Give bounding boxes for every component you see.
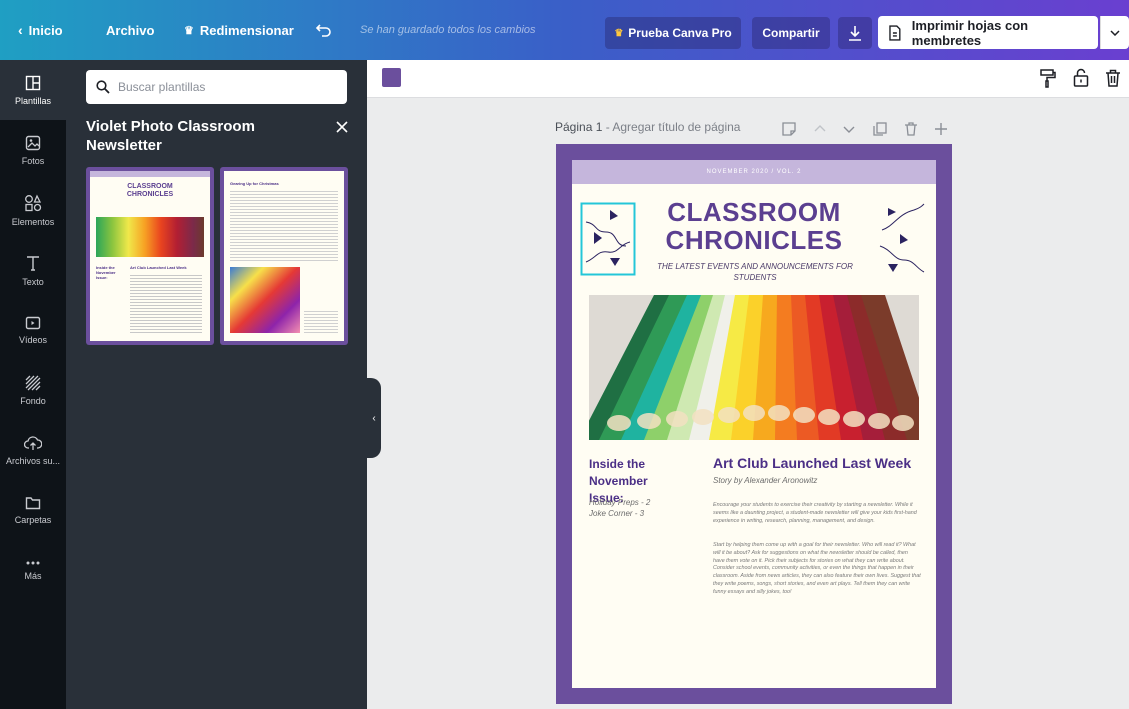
thumb2-title: Gearing Up for Christmas <box>230 181 279 186</box>
photos-icon <box>25 135 41 150</box>
videos-icon <box>25 316 41 329</box>
share-button[interactable]: Compartir <box>752 17 830 49</box>
article-paragraph-2: Start by helping them come up with a goa… <box>713 542 921 595</box>
page-header: Página 1 - Agregar título de página <box>555 120 740 134</box>
rail-item-templates[interactable]: Plantillas <box>0 60 66 120</box>
template-search[interactable] <box>86 70 347 104</box>
thumb2-caption-lines <box>304 311 338 335</box>
chevron-up-icon[interactable] <box>812 121 828 137</box>
title-line-2: CHRONICLES <box>665 225 843 255</box>
newsletter-title: CLASSROOM CHRONICLES <box>632 198 876 254</box>
side-navigation: Plantillas Fotos Elementos Texto Vídeos … <box>0 60 66 709</box>
toc-item: Holiday Preps - 2 <box>589 498 651 507</box>
elements-icon <box>25 193 42 211</box>
template-title: Violet Photo Classroom Newsletter <box>86 118 255 154</box>
resize-button[interactable]: ♛ Redimensionar <box>184 0 294 60</box>
search-input[interactable] <box>118 80 318 94</box>
print-button[interactable]: Imprimir hojas con membretes <box>878 16 1098 49</box>
toc-item: Joke Corner - 3 <box>589 509 645 518</box>
article-paragraph-1: Encourage your students to exercise thei… <box>713 502 917 524</box>
newsletter-paper: NOVEMBER 2020 / VOL. 2 CLASSROOM CHRONIC… <box>572 160 936 688</box>
rail-item-background[interactable]: Fondo <box>0 360 66 420</box>
thumb-title: CLASSROOM CHRONICLES <box>126 183 174 198</box>
crown-icon: ♛ <box>184 24 194 37</box>
add-page-icon[interactable] <box>933 121 949 137</box>
right-decoration <box>879 203 925 273</box>
thumb-text-lines <box>130 275 202 335</box>
chevron-left-icon: ‹ <box>18 22 23 38</box>
left-decoration <box>580 202 636 276</box>
close-icon[interactable] <box>332 117 352 137</box>
templates-icon <box>25 75 41 90</box>
page-label: Página 1 <box>555 120 603 134</box>
save-status: Se han guardado todos los cambios <box>360 24 536 36</box>
article-title: Art Club Launched Last Week <box>713 455 912 471</box>
rail-item-uploads[interactable]: Archivos su... <box>0 420 66 480</box>
paint-roller-icon[interactable] <box>1037 67 1059 89</box>
trash-icon[interactable] <box>1102 67 1124 89</box>
download-button[interactable] <box>838 17 872 49</box>
document-icon <box>889 24 901 41</box>
home-button[interactable]: ‹ Inicio <box>18 0 63 60</box>
thumb-band <box>90 171 210 177</box>
rail-item-folders[interactable]: Carpetas <box>0 480 66 540</box>
chevron-left-icon: ‹ <box>372 412 376 424</box>
crayons-image <box>230 267 300 333</box>
thumb2-text-lines <box>230 191 338 261</box>
templates-panel: Violet Photo Classroom Newsletter CLASSR… <box>66 60 367 709</box>
file-menu[interactable]: Archivo <box>106 0 154 60</box>
undo-icon <box>315 24 331 37</box>
background-icon <box>25 375 41 390</box>
design-page[interactable]: NOVEMBER 2020 / VOL. 2 CLASSROOM CHRONIC… <box>556 144 952 704</box>
template-page-thumbnail-1[interactable]: CLASSROOM CHRONICLES Inside the November… <box>86 167 214 345</box>
thumbnail-preview: Gearing Up for Christmas <box>224 171 344 341</box>
text-icon <box>27 255 39 271</box>
note-icon[interactable] <box>781 121 797 137</box>
rail-item-elements[interactable]: Elementos <box>0 180 66 240</box>
color-picker-button[interactable] <box>382 68 401 87</box>
unlock-icon[interactable] <box>1070 67 1092 89</box>
folders-icon <box>25 496 41 509</box>
top-bar: ‹ Inicio Archivo ♛ Redimensionar Se han … <box>0 0 1129 60</box>
chevron-down-icon[interactable] <box>841 121 857 137</box>
editor-toolbar <box>367 60 1129 98</box>
search-icon <box>96 80 110 94</box>
template-page-thumbnail-2[interactable]: Gearing Up for Christmas <box>220 167 348 345</box>
try-pro-button[interactable]: ♛ Prueba Canva Pro <box>605 17 741 49</box>
thumbnail-preview: CLASSROOM CHRONICLES Inside the November… <box>90 171 210 341</box>
collapse-panel-button[interactable]: ‹ <box>367 378 381 458</box>
rail-item-text[interactable]: Texto <box>0 240 66 300</box>
chevron-down-icon <box>1110 29 1120 36</box>
pencils-illustration <box>589 295 919 440</box>
more-icon <box>26 561 40 564</box>
colored-pencils-photo <box>589 295 919 440</box>
thumb-col2: Art Club Launched Last Week <box>130 265 187 270</box>
download-icon <box>849 26 861 41</box>
crown-icon: ♛ <box>614 27 624 39</box>
rail-item-more[interactable]: Más <box>0 540 66 600</box>
newsletter-subtitle: THE LATEST EVENTS AND ANNOUNCEMENTS FOR … <box>657 262 853 282</box>
uploads-icon <box>24 435 42 450</box>
rail-item-photos[interactable]: Fotos <box>0 120 66 180</box>
undo-button[interactable] <box>315 0 333 60</box>
duplicate-page-icon[interactable] <box>872 121 888 137</box>
thumb-col1: Inside the November Issue: <box>96 265 116 280</box>
page-title-input[interactable]: - Agregar título de página <box>602 120 741 134</box>
rail-item-videos[interactable]: Vídeos <box>0 300 66 360</box>
issue-band: NOVEMBER 2020 / VOL. 2 <box>572 160 936 184</box>
article-byline: Story by Alexander Aronowitz <box>713 476 818 485</box>
title-line-1: CLASSROOM <box>667 197 841 227</box>
delete-page-icon[interactable] <box>903 121 919 137</box>
print-options-button[interactable] <box>1100 16 1129 49</box>
pencils-image <box>96 217 204 257</box>
